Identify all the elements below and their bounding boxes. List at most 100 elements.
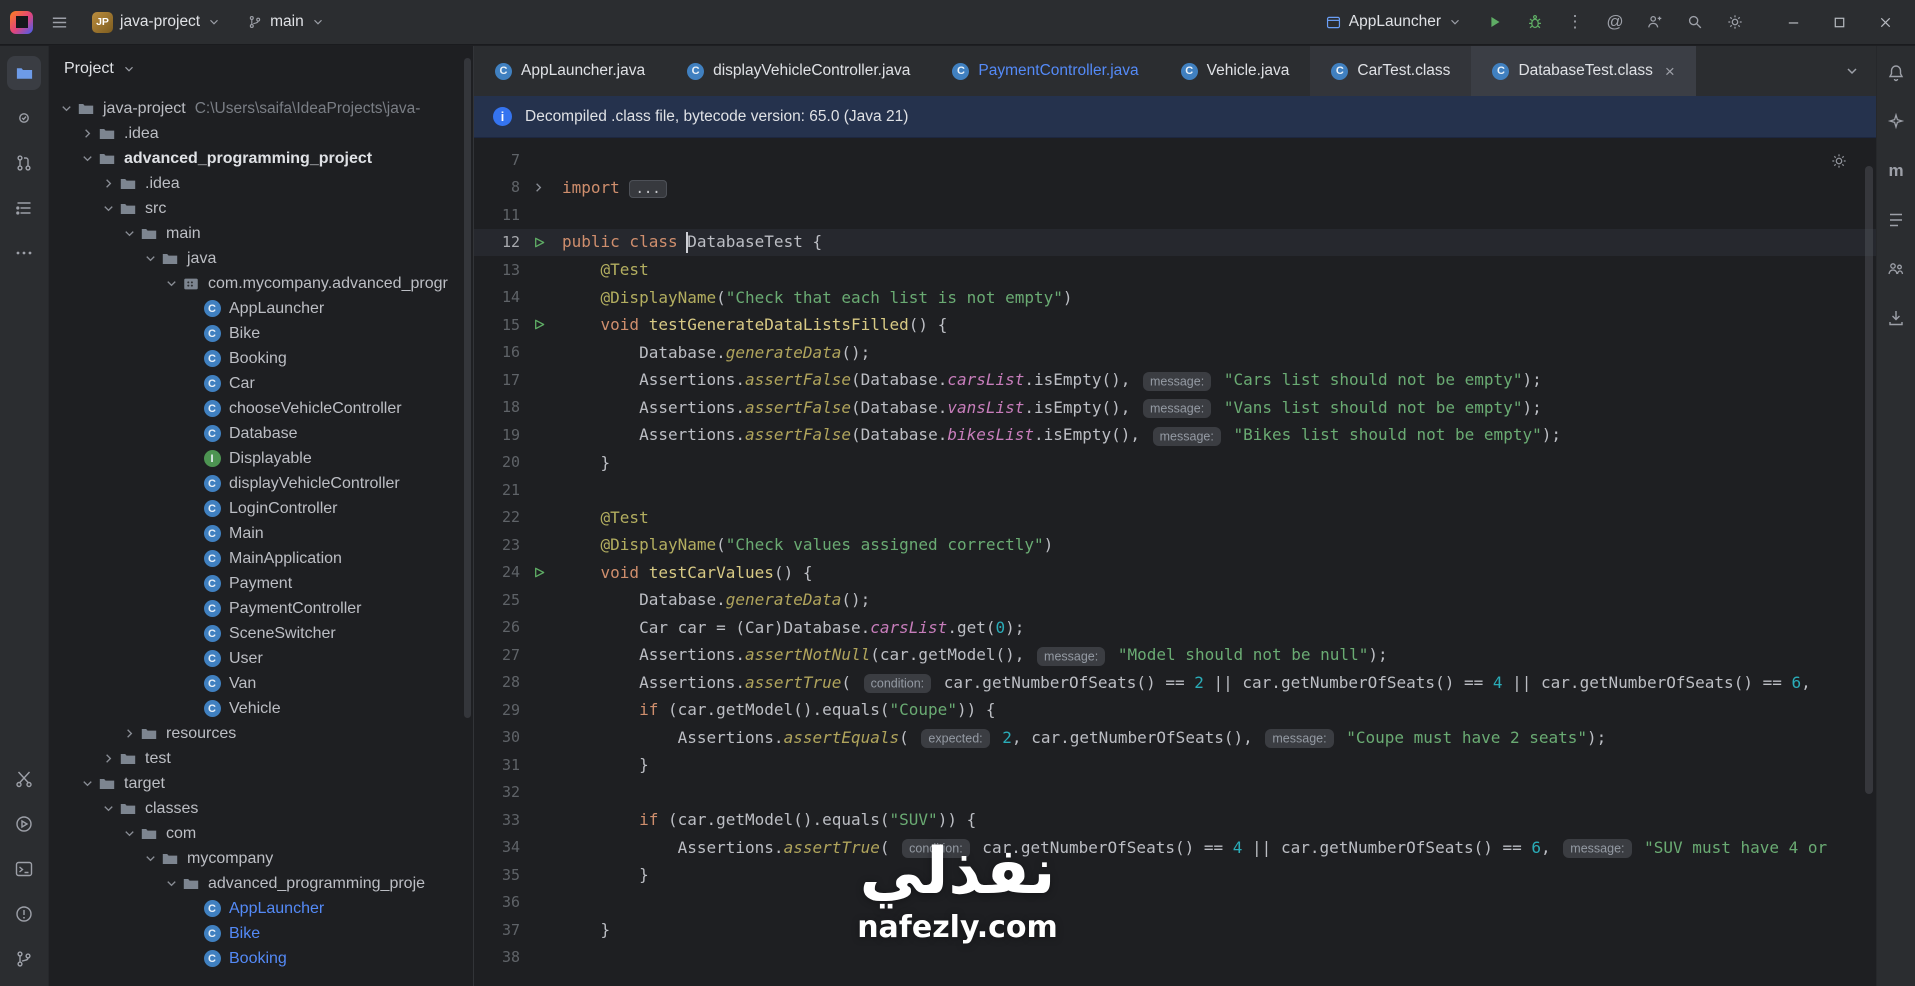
code-line-15[interactable]: 15 void testGenerateDataListsFilled() { <box>474 311 1876 339</box>
code-line-25[interactable]: 25 Database.generateData(); <box>474 586 1876 614</box>
maximize-button[interactable] <box>1819 6 1859 38</box>
chevron-expanded-icon[interactable] <box>162 276 181 291</box>
hidden-tabs-chevron-icon[interactable] <box>1844 46 1860 96</box>
settings-gear-icon[interactable] <box>1719 6 1751 38</box>
tree-item-.idea[interactable]: .idea <box>49 171 473 196</box>
tree-item-AppLauncher[interactable]: C AppLauncher <box>49 896 473 921</box>
code-line-12[interactable]: 12 public class DatabaseTest { <box>474 228 1876 256</box>
pull-requests-tool-button[interactable] <box>7 146 41 180</box>
code-line-22[interactable]: 22 @Test <box>474 504 1876 532</box>
tree-item-java[interactable]: java <box>49 246 473 271</box>
editor-settings-gear-icon[interactable] <box>1830 152 1848 174</box>
code-line-13[interactable]: 13 @Test <box>474 256 1876 284</box>
chevron-collapsed-icon[interactable] <box>99 176 118 191</box>
tree-item-MainApplication[interactable]: C MainApplication <box>49 546 473 571</box>
code-line-8[interactable]: 8 import ... <box>474 174 1876 202</box>
code-line-32[interactable]: 32 <box>474 779 1876 807</box>
tab-AppLauncher.java[interactable]: C AppLauncher.java <box>474 46 666 96</box>
tree-item-Payment[interactable]: C Payment <box>49 571 473 596</box>
tree-item-displayVehicleController[interactable]: CdisplayVehicleController <box>49 471 473 496</box>
code-line-24[interactable]: 24 void testCarValues() { <box>474 559 1876 587</box>
code-line-34[interactable]: 34 Assertions.assertTrue( condition: car… <box>474 834 1876 862</box>
chevron-expanded-icon[interactable] <box>99 201 118 216</box>
code-editor[interactable]: 7 8 import ... 11 12 public class DatabaseTes… <box>474 138 1876 986</box>
code-line-30[interactable]: 30 Assertions.assertEquals( expected: 2,… <box>474 724 1876 752</box>
close-button[interactable] <box>1865 6 1905 38</box>
download-tool-button[interactable] <box>1879 301 1913 335</box>
chevron-expanded-icon[interactable] <box>120 226 139 241</box>
tree-item-Database[interactable]: C Database <box>49 421 473 446</box>
structure-tool-button[interactable] <box>7 191 41 225</box>
tree-item-src[interactable]: src <box>49 196 473 221</box>
bookmarks-tool-button[interactable] <box>1879 203 1913 237</box>
code-line-21[interactable]: 21 <box>474 476 1876 504</box>
tab-Vehicle.java[interactable]: C Vehicle.java <box>1160 46 1311 96</box>
add-user-icon[interactable] <box>1639 6 1671 38</box>
at-mention-icon[interactable]: @ <box>1599 6 1631 38</box>
maven-tool-button[interactable]: m <box>1879 154 1913 188</box>
minimize-button[interactable] <box>1773 6 1813 38</box>
project-tree-scrollbar[interactable] <box>464 58 471 718</box>
project-tool-button[interactable] <box>7 56 41 90</box>
collaboration-tool-button[interactable] <box>1879 252 1913 286</box>
code-line-20[interactable]: 20 } <box>474 449 1876 477</box>
run-test-icon[interactable] <box>520 317 556 332</box>
tree-item-java-project[interactable]: java-project C:\Users\saifa\IdeaProjects\… <box>49 96 473 121</box>
tree-item-Car[interactable]: C Car <box>49 371 473 396</box>
tree-item-resources[interactable]: resources <box>49 721 473 746</box>
problems-tool-button[interactable] <box>7 897 41 931</box>
code-line-7[interactable]: 7 <box>474 146 1876 174</box>
tree-item-main[interactable]: main <box>49 221 473 246</box>
chevron-expanded-icon[interactable] <box>141 251 160 266</box>
version-control-tool-button[interactable] <box>7 942 41 976</box>
branch-selector[interactable]: main <box>238 9 334 35</box>
tree-item-Booking[interactable]: C Booking <box>49 946 473 971</box>
tree-item-LoginController[interactable]: C LoginController <box>49 496 473 521</box>
tree-item-Bike[interactable]: C Bike <box>49 321 473 346</box>
tab-DatabaseTest.class[interactable]: C DatabaseTest.class × <box>1471 46 1696 96</box>
tree-item-advanced_programming_proje[interactable]: advanced_programming_proje <box>49 871 473 896</box>
chevron-collapsed-icon[interactable] <box>120 726 139 741</box>
chevron-expanded-icon[interactable] <box>99 801 118 816</box>
chevron-expanded-icon[interactable] <box>78 151 97 166</box>
code-line-31[interactable]: 31 } <box>474 751 1876 779</box>
chevron-collapsed-icon[interactable] <box>78 126 97 141</box>
tree-item-target[interactable]: target <box>49 771 473 796</box>
code-line-18[interactable]: 18 Assertions.assertFalse(Database.vansL… <box>474 394 1876 422</box>
tree-item-com.mycompany.advanced_progr[interactable]: com.mycompany.advanced_progr <box>49 271 473 296</box>
services-tool-button[interactable] <box>7 807 41 841</box>
tab-displayVehicleController.java[interactable]: CdisplayVehicleController.java <box>666 46 931 96</box>
editor-scrollbar[interactable] <box>1865 166 1873 794</box>
chevron-expanded-icon[interactable] <box>162 876 181 891</box>
project-panel-header[interactable]: Project <box>49 46 473 92</box>
code-line-16[interactable]: 16 Database.generateData(); <box>474 339 1876 367</box>
tree-item-classes[interactable]: classes <box>49 796 473 821</box>
code-line-26[interactable]: 26 Car car = (Car)Database.carsList.get(… <box>474 614 1876 642</box>
run-test-icon[interactable] <box>520 565 556 580</box>
chevron-expanded-icon[interactable] <box>78 776 97 791</box>
chevron-expanded-icon[interactable] <box>141 851 160 866</box>
code-line-11[interactable]: 11 <box>474 201 1876 229</box>
run-test-icon[interactable] <box>520 235 556 250</box>
tree-item-User[interactable]: C User <box>49 646 473 671</box>
close-tab-icon[interactable]: × <box>1665 63 1675 80</box>
code-line-27[interactable]: 27 Assertions.assertNotNull(car.getModel… <box>474 641 1876 669</box>
debug-button[interactable] <box>1519 6 1551 38</box>
tree-item-chooseVehicleController[interactable]: CchooseVehicleController <box>49 396 473 421</box>
run-config-selector[interactable]: AppLauncher <box>1316 9 1471 35</box>
tree-item-com[interactable]: com <box>49 821 473 846</box>
code-line-23[interactable]: 23 @DisplayName("Check values assigned c… <box>474 531 1876 559</box>
tree-item-AppLauncher[interactable]: C AppLauncher <box>49 296 473 321</box>
more-run-actions-icon[interactable]: ⋮ <box>1559 6 1591 38</box>
code-line-37[interactable]: 37 } <box>474 916 1876 944</box>
more-tool-windows-tool-button[interactable] <box>7 236 41 270</box>
main-menu-burger-icon[interactable] <box>43 6 75 38</box>
code-line-35[interactable]: 35 } <box>474 861 1876 889</box>
code-line-19[interactable]: 19 Assertions.assertFalse(Database.bikes… <box>474 421 1876 449</box>
tree-item-.idea[interactable]: .idea <box>49 121 473 146</box>
code-line-38[interactable]: 38 <box>474 944 1876 972</box>
tree-item-Vehicle[interactable]: C Vehicle <box>49 696 473 721</box>
tree-item-Van[interactable]: C Van <box>49 671 473 696</box>
code-line-17[interactable]: 17 Assertions.assertFalse(Database.carsL… <box>474 366 1876 394</box>
run-button[interactable] <box>1479 6 1511 38</box>
